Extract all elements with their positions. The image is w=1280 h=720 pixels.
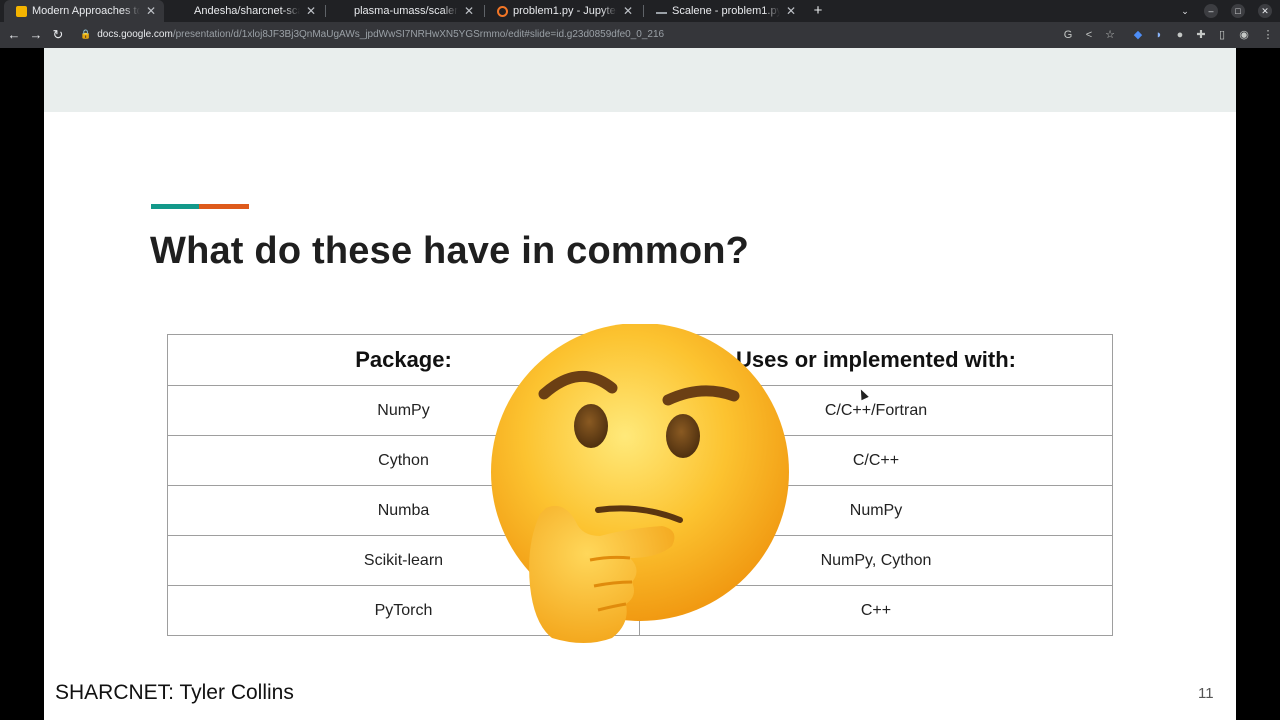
tab-title: Modern Approaches to Python <box>32 5 140 17</box>
url-host: docs.google.com <box>97 29 173 40</box>
tab-modern-approaches[interactable]: Modern Approaches to Python ✕ <box>4 0 164 22</box>
menu-kebab-icon[interactable]: ⋮ <box>1261 28 1275 42</box>
tab-title: plasma-umass/scalene: Scalene <box>354 5 458 17</box>
thinking-face-emoji-icon <box>491 324 789 643</box>
github-icon <box>338 6 349 17</box>
address-bar[interactable]: 🔒 docs.google.com /presentation/d/1xloj8… <box>80 24 1060 45</box>
slide-canvas: What do these have in common? Package: U… <box>44 48 1236 720</box>
minimize-icon[interactable]: – <box>1204 4 1218 18</box>
close-icon[interactable]: ✕ <box>304 4 318 18</box>
profile-avatar-icon[interactable]: ◉ <box>1237 28 1251 42</box>
google-icon[interactable]: G <box>1061 28 1075 42</box>
close-icon[interactable]: ✕ <box>462 4 476 18</box>
extension-audio-icon[interactable]: ◗ <box>1152 28 1166 42</box>
tab-sharcnet-scalene[interactable]: Andesha/sharcnet-scalene ✕ <box>166 0 324 22</box>
slide-title: What do these have in common? <box>150 230 750 272</box>
jupyter-icon <box>497 5 508 17</box>
footer-presenter: SHARCNET: Tyler Collins <box>55 681 294 704</box>
tab-title: problem1.py - JupyterLab <box>513 5 617 17</box>
scalene-icon <box>656 8 667 14</box>
slide-header-band <box>44 48 1236 112</box>
new-tab-button[interactable]: + <box>810 0 826 22</box>
slide-page-number: 11 <box>1198 685 1214 702</box>
title-accent-orange <box>199 204 249 209</box>
tab-scalene-problem1[interactable]: Scalene - problem1.py ✕ <box>644 0 804 22</box>
extensions-puzzle-icon[interactable]: ✚ <box>1194 28 1208 42</box>
tab-title: Scalene - problem1.py <box>672 5 780 17</box>
browser-tab-bar: Modern Approaches to Python ✕ Andesha/sh… <box>0 0 1280 22</box>
back-icon[interactable]: ← <box>5 26 23 44</box>
extension-shield-icon[interactable]: ◆ <box>1131 28 1145 42</box>
tab-title: Andesha/sharcnet-scalene <box>194 5 300 17</box>
url-path: /presentation/d/1xloj8JF3Bj3QnMaUgAWs_jp… <box>172 29 665 40</box>
tab-plasma-umass-scalene[interactable]: plasma-umass/scalene: Scalene ✕ <box>326 0 482 22</box>
close-icon[interactable]: ✕ <box>621 4 635 18</box>
maximize-icon[interactable]: □ <box>1231 4 1245 18</box>
close-icon[interactable]: ✕ <box>144 4 158 18</box>
tab-jupyterlab[interactable]: problem1.py - JupyterLab ✕ <box>485 0 641 22</box>
close-icon[interactable]: ✕ <box>784 4 798 18</box>
share-icon[interactable]: < <box>1082 28 1096 42</box>
slides-icon <box>16 5 27 17</box>
side-panel-icon[interactable]: ▯ <box>1215 28 1229 42</box>
lock-icon: 🔒 <box>80 29 92 39</box>
extension-circle-icon[interactable]: ● <box>1173 28 1187 42</box>
close-window-icon[interactable]: ✕ <box>1258 4 1272 18</box>
browser-toolbar: ← → ↻ 🔒 docs.google.com /presentation/d/… <box>0 22 1280 48</box>
title-accent-teal <box>151 204 199 209</box>
forward-icon[interactable]: → <box>27 26 45 44</box>
bookmark-star-icon[interactable]: ☆ <box>1103 28 1117 42</box>
reload-icon[interactable]: ↻ <box>49 26 67 44</box>
chevron-down-icon[interactable]: ⌄ <box>1178 4 1192 18</box>
github-icon <box>178 6 189 17</box>
